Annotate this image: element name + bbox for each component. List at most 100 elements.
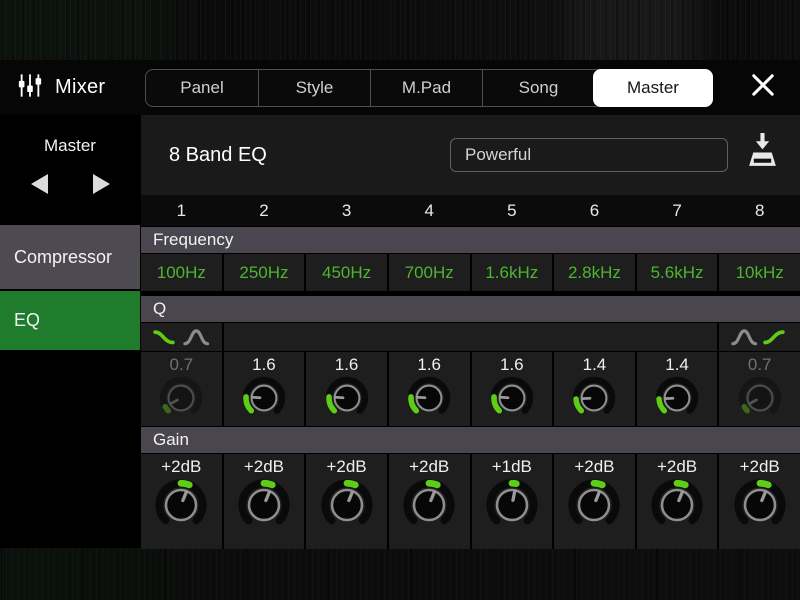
tab-style[interactable]: Style [258, 69, 370, 106]
band-7-q-knob[interactable] [653, 374, 701, 422]
band-7-gain-value: +2dB [656, 457, 698, 476]
band-1-gain-knob[interactable] [152, 476, 210, 534]
preset-selector[interactable]: Powerful [450, 138, 728, 172]
q-row-label: Q [141, 296, 800, 322]
band-6-number: 6 [589, 200, 600, 220]
page-title: Mixer [55, 76, 106, 98]
band-5-gain-value: +1dB [491, 457, 532, 476]
band-3-frequency-value[interactable]: 450Hz [306, 254, 387, 291]
band-1-gain-value: +2dB [161, 457, 202, 476]
band-3-q-knob[interactable] [323, 374, 371, 422]
band-4-gain-value: +2dB [409, 457, 450, 476]
band-1-filter-type-cell [141, 323, 222, 351]
band-5-q-knob[interactable] [488, 374, 536, 422]
band-6-q-value: 1.4 [582, 355, 607, 374]
app-zone: Mixer [0, 73, 145, 103]
titlebar: Mixer Panel Style M.Pad Song Master [0, 60, 800, 115]
q-values-row: 0.7 1.6 1.6 1.6 1.6 1.4 1.4 0.7 [141, 352, 800, 426]
band-5-gain-cell: +1dB [471, 454, 553, 549]
band-4-frequency-value[interactable]: 700Hz [388, 254, 470, 291]
save-button[interactable] [745, 133, 779, 177]
band-5-frequency-value[interactable]: 1.6kHz [471, 254, 553, 291]
band-4-q-knob[interactable] [405, 374, 453, 422]
band-6-gain-cell: +2dB [554, 454, 635, 549]
next-channel-button[interactable] [88, 173, 114, 195]
band-2-q-knob[interactable] [240, 374, 288, 422]
band-1-q-knob[interactable] [157, 374, 205, 422]
row-divider [141, 291, 800, 295]
band-6-q-knob[interactable] [570, 374, 618, 422]
band-5-gain-knob[interactable] [483, 476, 541, 534]
band-3-number: 3 [341, 200, 352, 220]
band-8-gain-knob[interactable] [731, 476, 789, 534]
band-5-number: 5 [507, 200, 517, 220]
tab-master[interactable]: Master [593, 68, 713, 107]
band-3-gain-knob[interactable] [318, 476, 376, 534]
sidebar-item-compressor[interactable]: Compressor [0, 225, 140, 289]
band-8-q-cell: 0.7 [719, 352, 800, 426]
gain-row-label: Gain [141, 427, 800, 453]
channel-name: Master [44, 136, 96, 155]
prev-channel-button[interactable] [26, 173, 52, 195]
band-1-q-value: 0.7 [169, 355, 194, 374]
band-7-frequency-value[interactable]: 5.6kHz [636, 254, 718, 291]
band-4-q-value: 1.6 [417, 355, 441, 374]
tab-bar: Panel Style M.Pad Song Master [145, 68, 713, 107]
filter-type-row [141, 323, 800, 351]
sidebar-item-eq[interactable]: EQ [0, 291, 140, 350]
band-1-filter-peak-icon[interactable] [183, 326, 210, 348]
device-bezel-top [0, 0, 800, 60]
band-8-filter-shelf-high-icon[interactable] [762, 326, 789, 348]
band-4-gain-cell: +2dB [388, 454, 470, 549]
frequency-row-label: Frequency [141, 227, 800, 253]
device-bezel-bottom [0, 548, 800, 600]
band-6-gain-value: +2dB [574, 457, 615, 476]
q-label: Q [153, 299, 167, 318]
band-6-gain-knob[interactable] [565, 476, 623, 534]
band-1-filter-shelf-low-icon[interactable] [152, 326, 179, 348]
frequency-values-row: 100Hz 250Hz 450Hz 700Hz 1.6kHz 2.8kHz 5.6kHz 10… [141, 254, 800, 291]
sidebar: Master Compressor EQ [0, 115, 140, 548]
band-numbers-row: 1 2 3 4 5 6 7 8 [141, 195, 800, 226]
close-button[interactable] [746, 71, 780, 105]
band-2-q-value: 1.6 [252, 355, 276, 374]
band-6-frequency-value[interactable]: 2.8kHz [554, 254, 635, 291]
band-7-gain-knob[interactable] [648, 476, 706, 534]
band-3-q-value: 1.6 [334, 355, 359, 374]
band-4-gain-knob[interactable] [400, 476, 458, 534]
band-4-q-cell: 1.6 [388, 352, 470, 426]
eq-panel: 8 Band EQ Powerful 12345678 Frequency 10… [141, 115, 800, 549]
band-7-gain-cell: +2dB [636, 454, 718, 549]
tab-panel[interactable]: Panel [146, 70, 258, 106]
mixer-screen: Mixer Panel Style M.Pad Song Master Mast… [0, 0, 800, 600]
channel-nav: Master [0, 115, 140, 225]
tab-song[interactable]: Song [482, 69, 594, 106]
band-3-gain-cell: +2dB [306, 454, 387, 549]
left-arrow-icon [30, 174, 48, 194]
band-7-q-cell: 1.4 [636, 352, 718, 426]
band-2-frequency-value[interactable]: 250Hz [223, 254, 305, 291]
filter-type-empty-cell [223, 323, 718, 351]
channel-arrows [0, 173, 140, 195]
band-4-number: 4 [424, 200, 434, 220]
band-1-q-cell: 0.7 [141, 352, 222, 426]
preset-name: Powerful [465, 145, 532, 164]
band-1-gain-cell: +2dB [141, 454, 222, 549]
content: Master Compressor EQ 8 Band EQ Powerful [0, 115, 800, 549]
mixer-icon [17, 73, 43, 103]
band-8-frequency-value[interactable]: 10kHz [719, 254, 800, 291]
band-1-frequency-value[interactable]: 100Hz [141, 254, 222, 291]
band-8-filter-peak-icon[interactable] [730, 326, 758, 348]
band-8-q-knob[interactable] [736, 374, 784, 422]
band-8-filter-type-cell [719, 323, 800, 351]
band-3-q-cell: 1.6 [306, 352, 387, 426]
band-2-gain-knob[interactable] [235, 476, 293, 534]
band-3-gain-value: +2dB [326, 457, 367, 476]
band-5-q-cell: 1.6 [471, 352, 553, 426]
tab-mpad[interactable]: M.Pad [370, 69, 482, 106]
band-2-q-cell: 1.6 [223, 352, 305, 426]
save-icon [746, 133, 779, 177]
band-2-gain-cell: +2dB [223, 454, 305, 549]
close-icon [750, 72, 776, 103]
band-8-gain-value: +2dB [739, 457, 780, 476]
